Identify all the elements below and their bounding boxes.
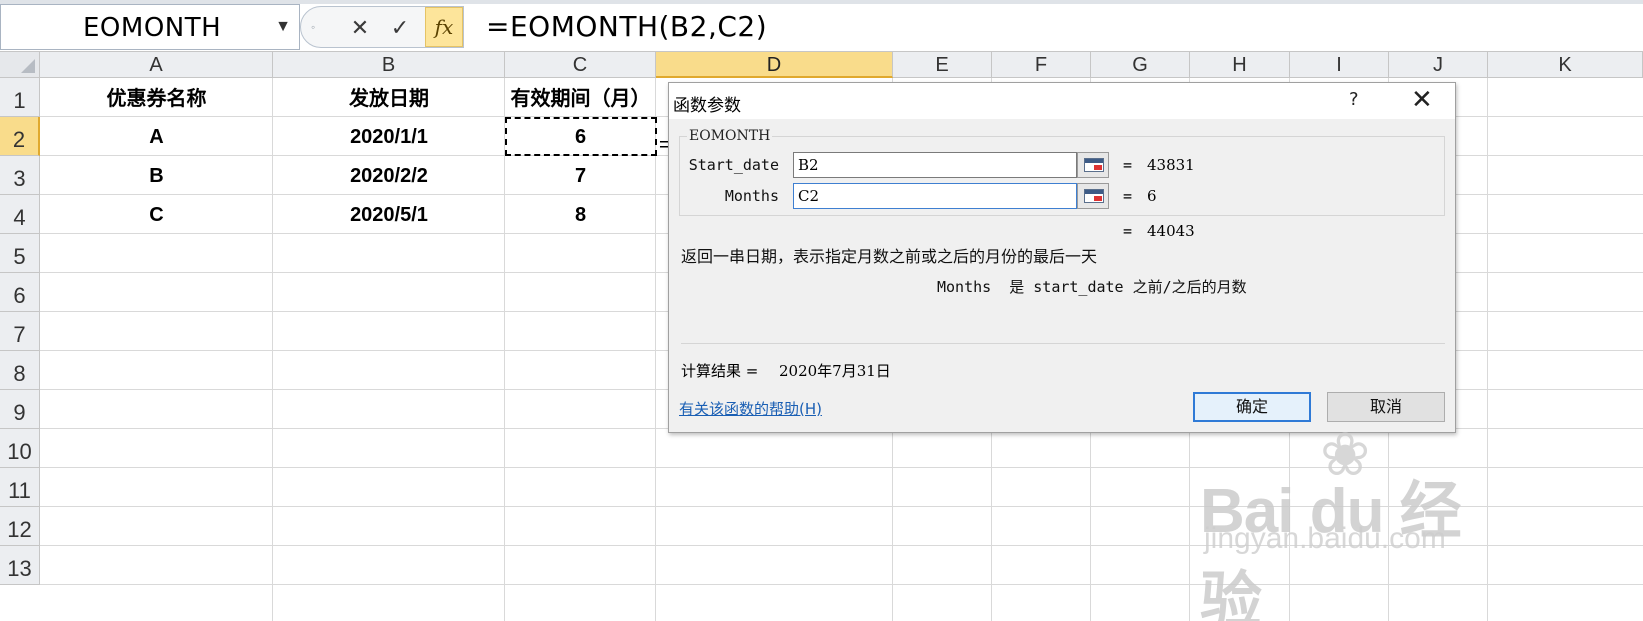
help-icon[interactable]: ? <box>1349 89 1359 110</box>
function-arguments-dialog: 函数参数 ? ✕ EOMONTH Start_date B2 = 43831 M… <box>668 82 1456 433</box>
row-header-11[interactable]: 11 <box>0 468 40 507</box>
select-all-icon <box>21 59 35 73</box>
column-header-a[interactable]: A <box>40 52 273 78</box>
copy-marquee <box>505 117 657 156</box>
formula-input[interactable]: =EOMONTH(B2,C2) <box>486 10 767 43</box>
cell-a2[interactable]: A <box>40 117 273 156</box>
column-header-k[interactable]: K <box>1488 52 1643 78</box>
row-header-8[interactable]: 8 <box>0 351 40 390</box>
function-name-label: EOMONTH <box>687 128 773 144</box>
cell-b3[interactable]: 2020/2/2 <box>273 156 505 195</box>
row-header-12[interactable]: 12 <box>0 507 40 546</box>
ok-button[interactable]: 确定 <box>1193 392 1311 422</box>
column-header-j[interactable]: J <box>1389 52 1488 78</box>
arg-label-months: Months <box>724 187 779 205</box>
header-cell-issue-date[interactable]: 发放日期 <box>273 78 505 117</box>
row-header-9[interactable]: 9 <box>0 390 40 429</box>
start-date-result: 43831 <box>1147 156 1195 174</box>
equals-sign: = <box>1123 222 1133 240</box>
column-header-d[interactable]: D <box>656 52 893 78</box>
collapse-dialog-button[interactable] <box>1077 152 1109 178</box>
cell-c4[interactable]: 8 <box>505 195 656 234</box>
dialog-title: 函数参数 <box>673 96 741 116</box>
watermark-url: jingyan.baidu.com <box>1204 522 1446 555</box>
column-header-c[interactable]: C <box>505 52 656 78</box>
insert-function-button[interactable]: fx <box>425 7 463 47</box>
cancel-formula-button[interactable]: ✕ <box>347 15 373 41</box>
cell-b2[interactable]: 2020/1/1 <box>273 117 505 156</box>
row-header-7[interactable]: 7 <box>0 312 40 351</box>
name-box[interactable]: EOMONTH ▼ <box>0 4 300 50</box>
cell-b4[interactable]: 2020/5/1 <box>273 195 505 234</box>
column-header-f[interactable]: F <box>992 52 1091 78</box>
column-header-b[interactable]: B <box>273 52 505 78</box>
cell-a4[interactable]: C <box>40 195 273 234</box>
range-select-icon <box>1084 189 1104 203</box>
column-header-e[interactable]: E <box>893 52 992 78</box>
close-icon[interactable]: ✕ <box>1411 85 1433 115</box>
arg-label-start-date: Start_date <box>688 156 779 174</box>
row-header-6[interactable]: 6 <box>0 273 40 312</box>
cancel-button[interactable]: 取消 <box>1327 392 1445 422</box>
row-header-3[interactable]: 3 <box>0 156 40 195</box>
function-help-link[interactable]: 有关该函数的帮助(H) <box>679 398 822 419</box>
cell-a3[interactable]: B <box>40 156 273 195</box>
grip-icon[interactable]: ◦ <box>311 20 315 34</box>
header-cell-coupon-name[interactable]: 优惠券名称 <box>40 78 273 117</box>
collapse-dialog-button[interactable] <box>1077 183 1109 209</box>
function-description: 返回一串日期，表示指定月数之前或之后的月份的最后一天 <box>681 247 1098 266</box>
enter-formula-button[interactable]: ✓ <box>387 15 413 41</box>
column-header-h[interactable]: H <box>1190 52 1290 78</box>
divider <box>681 343 1445 344</box>
formula-buttons: ◦ ✕ ✓ fx <box>300 6 464 48</box>
calc-result-label: 计算结果 = <box>681 362 759 380</box>
formula-bar: EOMONTH ▼ ◦ ✕ ✓ fx =EOMONTH(B2,C2) <box>0 0 1643 52</box>
column-header-g[interactable]: G <box>1091 52 1190 78</box>
equals-sign: = <box>1123 187 1133 205</box>
header-cell-valid-months[interactable]: 有效期间（月） <box>505 78 656 117</box>
row-header-2[interactable]: 2 <box>0 117 40 156</box>
row-header-5[interactable]: 5 <box>0 234 40 273</box>
range-select-icon <box>1084 158 1104 172</box>
dialog-titlebar[interactable]: 函数参数 ? ✕ <box>669 83 1455 119</box>
start-date-input[interactable]: B2 <box>793 152 1077 178</box>
months-result: 6 <box>1147 187 1157 205</box>
argument-description: Months 是 start_date 之前/之后的月数 <box>937 278 1247 296</box>
formula-result: 44043 <box>1147 222 1195 240</box>
row-header-10[interactable]: 10 <box>0 429 40 468</box>
cell-c3[interactable]: 7 <box>505 156 656 195</box>
column-header-i[interactable]: I <box>1290 52 1389 78</box>
equals-sign: = <box>1123 156 1133 174</box>
months-input[interactable]: C2 <box>793 183 1077 209</box>
baidu-watermark: ❀ Bai du 经验 jingyan.baidu.com <box>1200 420 1500 621</box>
name-box-value: EOMONTH <box>83 13 222 43</box>
row-header-1[interactable]: 1 <box>0 78 40 117</box>
row-header-4[interactable]: 4 <box>0 195 40 234</box>
row-header-13[interactable]: 13 <box>0 546 40 585</box>
chevron-down-icon[interactable]: ▼ <box>275 18 291 36</box>
calc-result-value: 2020年7月31日 <box>779 362 891 380</box>
select-all-button[interactable] <box>0 52 40 78</box>
